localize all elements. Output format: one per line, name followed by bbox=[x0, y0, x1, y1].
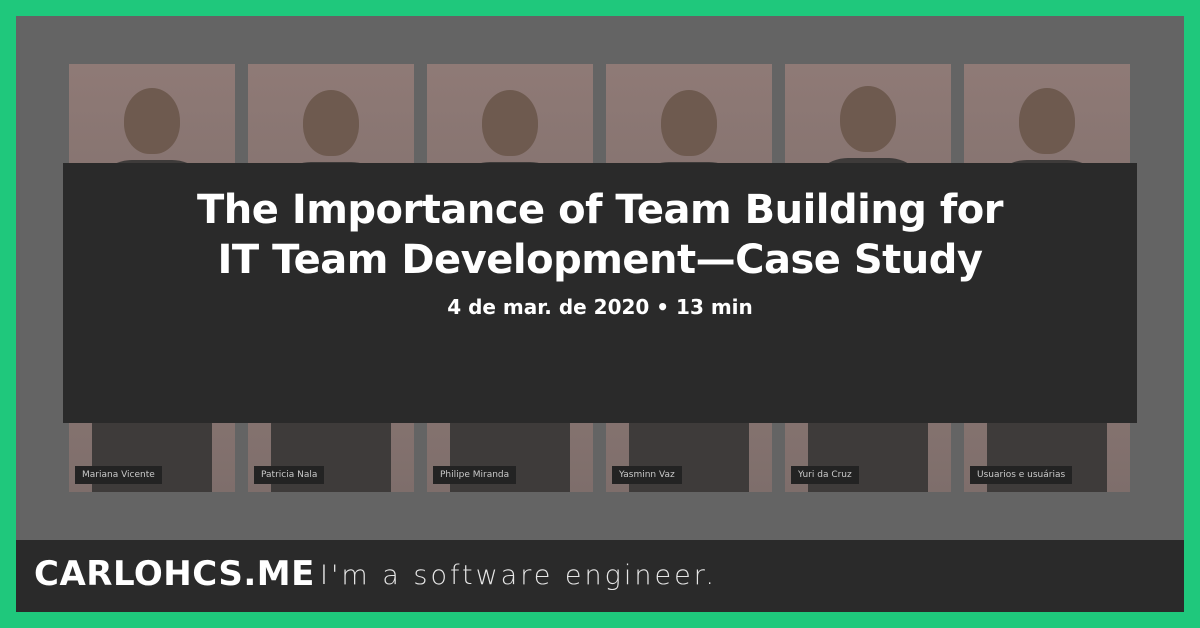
card-name-label: Usuarios e usuárias bbox=[970, 466, 1073, 484]
site-tagline: I'm a software engineer. bbox=[320, 560, 717, 591]
site-footer-bar: CARLOHCS.ME I'm a software engineer. bbox=[16, 540, 1184, 612]
post-meta: 4 de mar. de 2020 • 13 min bbox=[447, 295, 753, 319]
card-name-label: Philipe Miranda bbox=[433, 466, 517, 484]
card-name-label: Yasminn Vaz bbox=[612, 466, 682, 484]
card-name-label: Patricia Nala bbox=[254, 466, 325, 484]
card-name-label: Yuri da Cruz bbox=[791, 466, 859, 484]
card-name-label: Mariana Vicente bbox=[75, 466, 162, 484]
site-brand: CARLOHCS.ME bbox=[34, 554, 315, 594]
post-title-line: The Importance of Team Building for bbox=[197, 187, 1003, 233]
post-title-line: IT Team Development—Case Study bbox=[217, 237, 983, 283]
post-title: The Importance of Team Building for IT T… bbox=[63, 185, 1137, 285]
title-overlay: The Importance of Team Building for IT T… bbox=[63, 163, 1137, 423]
cover-frame: Mariana Vicente Patricia Nala Philipe Mi… bbox=[16, 16, 1184, 612]
